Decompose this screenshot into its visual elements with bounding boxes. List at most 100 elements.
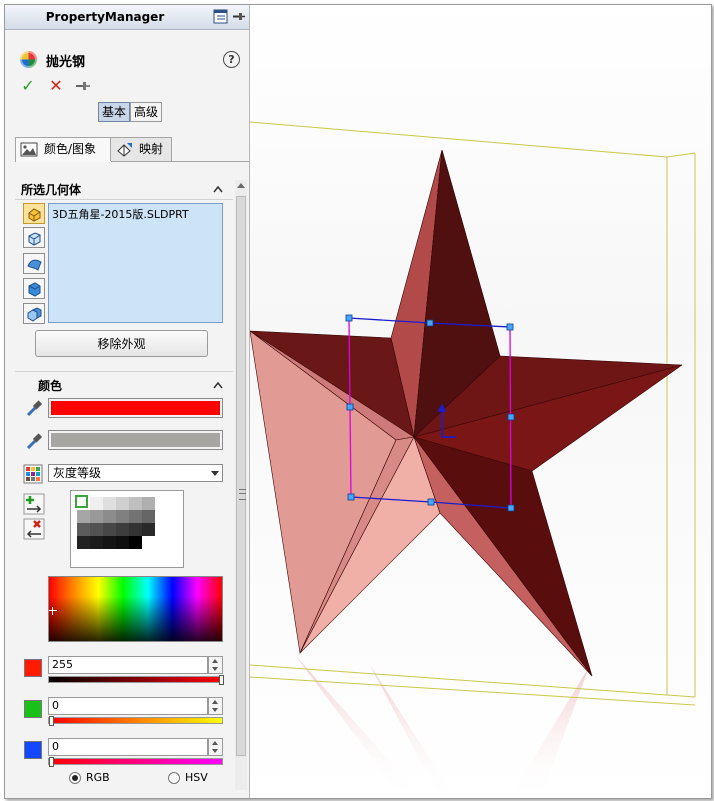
model-view[interactable] bbox=[250, 5, 711, 798]
red-slider[interactable] bbox=[48, 675, 224, 685]
keep-visible-pin-icon[interactable] bbox=[74, 77, 92, 95]
blue-value-input[interactable]: 0 bbox=[48, 738, 208, 756]
image-icon bbox=[20, 142, 38, 157]
spectrum-crosshair-icon[interactable] bbox=[49, 607, 57, 615]
palette-select[interactable]: 灰度等级 bbox=[48, 464, 223, 482]
property-manager-title: PropertyManager bbox=[45, 10, 165, 24]
pin-icon[interactable] bbox=[231, 9, 246, 24]
handle-bottom-mid[interactable] bbox=[427, 498, 435, 506]
hsv-radio[interactable] bbox=[168, 772, 180, 784]
color-spectrum[interactable] bbox=[48, 576, 223, 642]
help-icon[interactable]: ? bbox=[223, 51, 240, 68]
blue-slider-thumb[interactable] bbox=[49, 757, 54, 767]
blue-spin-button[interactable] bbox=[208, 738, 223, 756]
palette-swatch[interactable] bbox=[90, 536, 103, 549]
palette-swatch[interactable] bbox=[103, 523, 116, 536]
panel-scrollbar[interactable] bbox=[235, 180, 247, 790]
mode-toggle: 基本 高级 bbox=[98, 102, 163, 122]
palette-swatch[interactable] bbox=[142, 510, 155, 523]
secondary-color-swatch[interactable] bbox=[48, 430, 223, 450]
palette-swatch[interactable] bbox=[90, 497, 103, 510]
ok-button[interactable]: ✓ bbox=[19, 77, 37, 95]
remove-swatch-icon[interactable] bbox=[23, 518, 45, 540]
filter-body-button[interactable] bbox=[23, 227, 45, 248]
scrollbar-thumb[interactable] bbox=[236, 196, 246, 756]
graphics-viewport[interactable] bbox=[250, 5, 711, 798]
red-value-input[interactable]: 255 bbox=[48, 656, 208, 674]
palette-swatch[interactable] bbox=[142, 497, 155, 510]
handle-left-mid[interactable] bbox=[346, 403, 354, 411]
handle-right-mid[interactable] bbox=[507, 413, 515, 421]
handle-top-mid[interactable] bbox=[426, 319, 434, 327]
tree-view-icon[interactable] bbox=[213, 9, 228, 24]
secondary-color-fill bbox=[51, 433, 220, 447]
palette-swatch[interactable] bbox=[129, 523, 142, 536]
palette-swatch[interactable] bbox=[116, 497, 129, 510]
palette-swatch[interactable] bbox=[103, 510, 116, 523]
red-spin-button[interactable] bbox=[208, 656, 223, 674]
section-divider bbox=[15, 199, 233, 200]
selected-geometry-list[interactable]: 3D五角星-2015版.SLDPRT bbox=[48, 203, 223, 323]
hsv-mode-option[interactable]: HSV bbox=[168, 771, 228, 787]
handle-top-right[interactable] bbox=[506, 323, 514, 331]
palette-swatch[interactable] bbox=[129, 497, 142, 510]
rgb-mode-option[interactable]: RGB bbox=[69, 771, 129, 787]
tab-color-image[interactable]: 颜色/图象 bbox=[15, 137, 112, 162]
palette-swatch[interactable] bbox=[77, 523, 90, 536]
property-manager-header: PropertyManager bbox=[5, 5, 249, 30]
eyedropper-icon[interactable] bbox=[23, 397, 45, 419]
rgb-radio[interactable] bbox=[69, 772, 81, 784]
palette-select-value: 灰度等级 bbox=[53, 466, 102, 480]
palette-swatch[interactable] bbox=[116, 510, 129, 523]
chevron-down-icon bbox=[211, 471, 219, 476]
red-slider-thumb[interactable] bbox=[219, 675, 224, 685]
gray-palette bbox=[70, 490, 184, 568]
green-slider[interactable] bbox=[48, 716, 223, 726]
handle-bottom-right[interactable] bbox=[507, 504, 515, 512]
primary-color-swatch[interactable] bbox=[48, 398, 223, 418]
eyedropper-icon[interactable] bbox=[23, 430, 45, 452]
palette-grid-icon bbox=[23, 464, 43, 484]
red-channel-swatch bbox=[24, 659, 42, 677]
filter-face-button[interactable] bbox=[23, 253, 45, 274]
feature-name: 抛光钢 bbox=[46, 55, 86, 70]
remove-appearance-button[interactable]: 移除外观 bbox=[35, 330, 208, 357]
palette-swatch[interactable] bbox=[116, 536, 129, 549]
palette-swatch[interactable] bbox=[90, 523, 103, 536]
part-filter-icon bbox=[28, 208, 41, 222]
tab-label: 颜色/图象 bbox=[44, 142, 97, 156]
collapse-caret-icon[interactable] bbox=[213, 185, 223, 193]
blue-slider[interactable] bbox=[48, 757, 223, 767]
filter-part-button[interactable] bbox=[23, 203, 45, 224]
green-spin-button[interactable] bbox=[208, 697, 223, 715]
palette-swatch[interactable] bbox=[116, 523, 129, 536]
basic-mode-button[interactable]: 基本 bbox=[98, 102, 131, 122]
cancel-button[interactable]: ✕ bbox=[47, 77, 65, 95]
palette-swatch[interactable] bbox=[77, 510, 90, 523]
palette-swatch[interactable] bbox=[103, 497, 116, 510]
star-reflection bbox=[295, 655, 590, 798]
scroll-up-arrow-icon[interactable] bbox=[237, 183, 245, 188]
green-value-input[interactable]: 0 bbox=[48, 697, 208, 715]
palette-swatch[interactable] bbox=[129, 510, 142, 523]
handle-bottom-left[interactable] bbox=[347, 493, 355, 501]
star-model[interactable] bbox=[250, 149, 683, 677]
green-slider-thumb[interactable] bbox=[49, 716, 54, 726]
advanced-mode-button[interactable]: 高级 bbox=[130, 102, 163, 122]
palette-swatch[interactable] bbox=[77, 536, 90, 549]
palette-swatch[interactable] bbox=[142, 536, 155, 549]
filter-feature-button[interactable] bbox=[23, 278, 45, 299]
handle-top-left[interactable] bbox=[345, 314, 353, 322]
tab-mapping[interactable]: 映射 bbox=[110, 137, 172, 161]
scroll-grip-icon bbox=[239, 489, 246, 500]
palette-swatch[interactable] bbox=[142, 523, 155, 536]
palette-swatch[interactable] bbox=[129, 536, 142, 549]
selected-geometry-heading: 所选几何体 bbox=[21, 183, 82, 197]
hsv-radio-label: HSV bbox=[185, 771, 208, 784]
palette-swatch[interactable] bbox=[90, 510, 103, 523]
list-item[interactable]: 3D五角星-2015版.SLDPRT bbox=[52, 206, 189, 222]
filter-component-button[interactable] bbox=[23, 303, 45, 324]
palette-swatch[interactable] bbox=[103, 536, 116, 549]
add-swatch-icon[interactable] bbox=[23, 493, 45, 515]
collapse-caret-icon[interactable] bbox=[213, 381, 223, 389]
